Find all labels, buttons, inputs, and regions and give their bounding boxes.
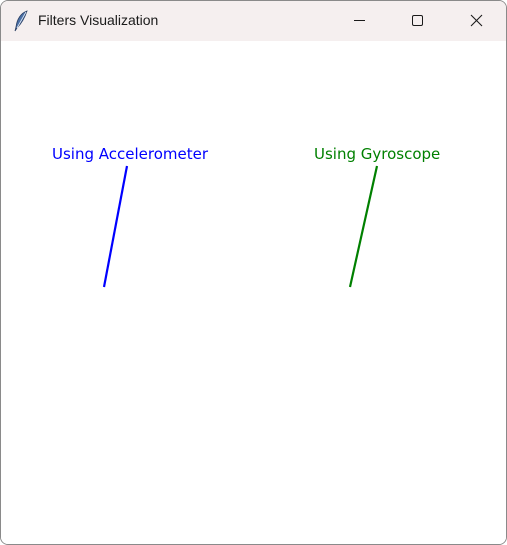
feather-icon (12, 10, 30, 32)
maximize-icon (412, 15, 423, 26)
close-icon (470, 14, 483, 27)
window-title: Filters Visualization (38, 12, 159, 28)
app-window: Filters Visualization Using Acceleromete… (0, 0, 507, 545)
minimize-button[interactable] (335, 1, 381, 41)
accelerometer-orientation-line (102, 165, 129, 288)
maximize-button[interactable] (395, 1, 441, 41)
visualization-canvas: Using Accelerometer Using Gyroscope (1, 41, 506, 544)
title-bar[interactable]: Filters Visualization (1, 1, 506, 41)
gyroscope-orientation-line (348, 165, 379, 288)
close-button[interactable] (453, 1, 499, 41)
minimize-icon (354, 20, 365, 21)
